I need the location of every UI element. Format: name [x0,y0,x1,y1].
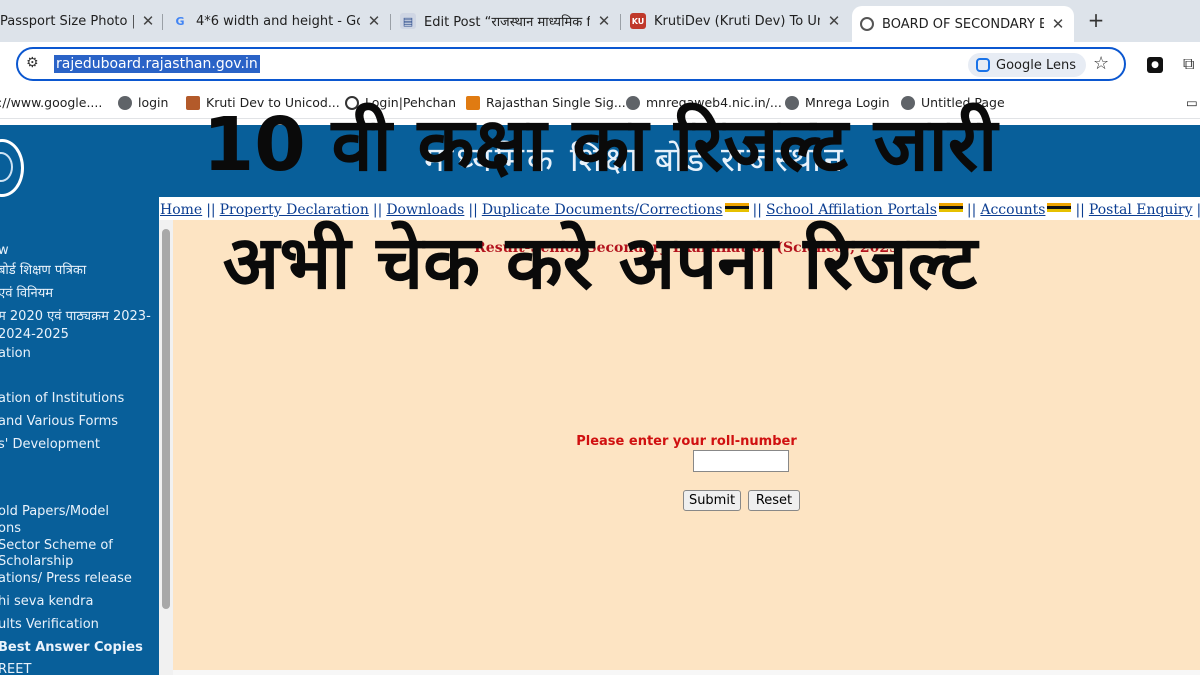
nav-accounts[interactable]: Accounts [980,202,1045,218]
sidebar-item[interactable]: ation of Institutions [0,391,124,407]
nav-home[interactable]: Home [160,202,202,218]
tab-title: 4*6 width and height - Goog [196,13,360,29]
tab-google-search[interactable]: G 4*6 width and height - Goog ✕ [172,6,382,36]
nav-separator: || [752,202,762,218]
globe-icon [860,17,874,31]
sidebar-item[interactable]: ults Verification [0,617,99,633]
google-icon: G [175,14,185,28]
close-icon[interactable]: ✕ [1050,15,1066,33]
close-icon[interactable]: ✕ [366,12,382,30]
extension-icon[interactable]: ● [1147,57,1163,73]
nav-postal-enquiry[interactable]: Postal Enquiry [1089,202,1193,218]
sidebar-item[interactable]: s' Development [0,437,100,453]
headline-line-2: अभी चेक करे अपना रिजल्ट [222,220,978,306]
address-bar[interactable]: ⚙ rajeduboard.rajasthan.gov.in Google Le… [16,47,1126,81]
close-icon[interactable]: ✕ [826,12,842,30]
sidebar-item[interactable]: and Various Forms [0,414,118,430]
kruti-icon: KU [630,13,646,29]
tab-title: BOARD OF SECONDARY EDU [882,16,1044,32]
bookmark-star-icon[interactable]: ☆ [1093,53,1109,74]
sidebar-item[interactable]: 2024-2025 [0,327,69,343]
tab-divider [390,14,391,30]
sidebar-item[interactable]: ons [0,521,21,537]
sidebar-item[interactable]: Sector Scheme of [0,538,113,554]
lens-label: Google Lens [996,57,1076,73]
reset-button[interactable]: Reset [748,490,800,511]
footer-strip [173,670,1200,675]
nav-separator: || [1196,202,1200,218]
new-flag-icon [724,203,749,212]
lens-icon [976,58,990,72]
extensions-puzzle-icon[interactable]: ⧉ [1183,54,1194,74]
submit-button[interactable]: Submit [683,490,741,511]
tab-krutidev[interactable]: KU KrutiDev (Kruti Dev) To Unic ✕ [630,6,842,36]
nav-separator: || [1075,202,1085,218]
sidebar-item[interactable]: म 2020 एवं पाठ्यक्रम 2023- [0,309,151,325]
tab-title: Edit Post “राजस्थान माध्यमिक f [424,15,590,30]
new-flag-icon [938,203,963,212]
sidebar-item[interactable]: ations/ Press release [0,571,132,587]
new-flag-icon [1047,203,1072,212]
close-icon[interactable]: ✕ [596,12,612,30]
browser-toolbar: ⚙ rajeduboard.rajasthan.gov.in Google Le… [0,42,1200,90]
nav-school-affiliation[interactable]: School Affilation Portals [766,202,937,218]
sidebar-item[interactable]: Best Answer Copies [0,640,143,656]
new-tab-button[interactable]: + [1084,8,1108,32]
browser-tab-strip: Passport Size Photo | F ✕ G 4*6 width an… [0,0,1200,42]
tab-title: Passport Size Photo | F [0,13,134,29]
wordpress-icon: ▤ [400,13,416,29]
headline-line-1: 10 वी कक्षा का रिजल्ट जारी [202,102,998,188]
google-lens-button[interactable]: Google Lens [968,53,1086,77]
sidebar-item[interactable]: hi seva kendra [0,594,93,610]
nav-separator: || [372,202,383,218]
nav-separator: || [206,202,216,218]
nav-property-declaration[interactable]: Property Declaration [220,202,369,218]
sidebar-item[interactable]: REET [0,662,31,675]
tab-board-secondary[interactable]: BOARD OF SECONDARY EDU ✕ [852,6,1074,42]
tab-title: KrutiDev (Kruti Dev) To Unic [654,13,820,29]
tab-divider [620,14,621,30]
sidebar-item[interactable]: Scholarship [0,554,73,570]
roll-number-label: Please enter your roll-number [576,434,797,449]
web-page: माध्यमिक शिक्षा बोर्ड राजस्थान w बोर्ड श… [0,119,1200,675]
close-icon[interactable]: ✕ [140,12,156,30]
tab-divider [162,14,163,30]
sidebar-item[interactable]: ation [0,346,31,362]
nav-separator: || [468,202,478,218]
sidebar-item[interactable]: old Papers/Model [0,504,109,520]
nav-duplicate-documents[interactable]: Duplicate Documents/Corrections [482,202,723,218]
nav-separator: || [966,202,977,218]
tab-passport-photo[interactable]: Passport Size Photo | F ✕ [0,6,156,36]
tab-edit-post[interactable]: ▤ Edit Post “राजस्थान माध्यमिक f ✕ [400,6,612,36]
roll-number-input[interactable] [693,450,789,472]
url-text[interactable]: rajeduboard.rajasthan.gov.in [54,55,260,73]
nav-downloads[interactable]: Downloads [386,202,464,218]
site-settings-icon[interactable]: ⚙ [26,55,39,71]
